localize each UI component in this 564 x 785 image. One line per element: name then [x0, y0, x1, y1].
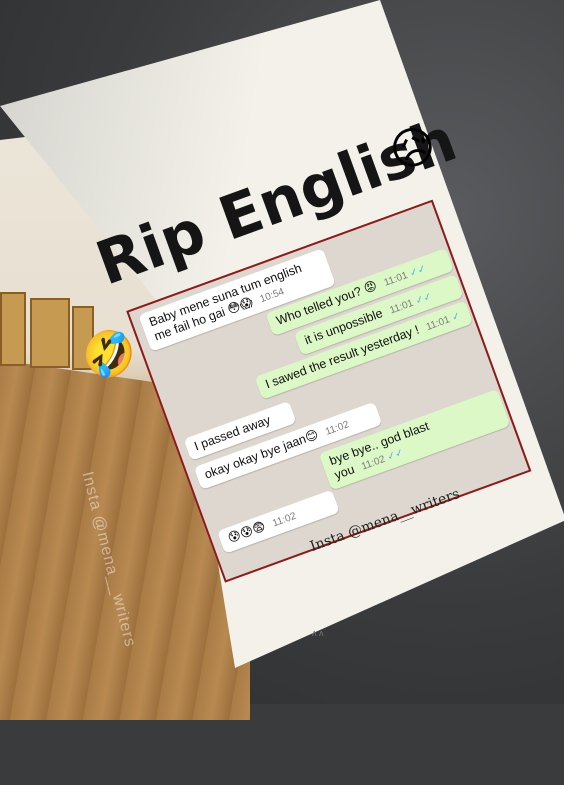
page-mark: ʌ ʌ: [312, 628, 324, 638]
laughing-emoji-icon: 🤣: [75, 322, 144, 388]
message-bubble: bye bye.. god blast you 11:02✓✓: [318, 388, 511, 491]
